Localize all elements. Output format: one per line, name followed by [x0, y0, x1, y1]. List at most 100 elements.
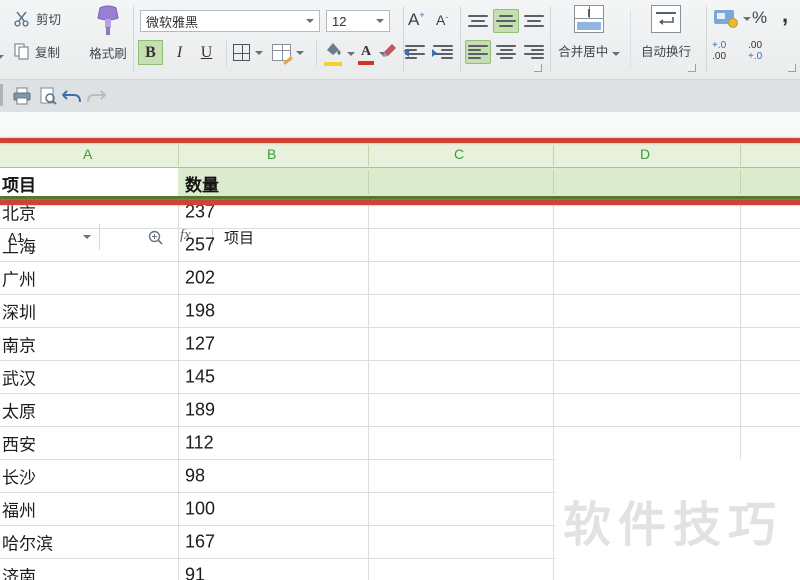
cell-number[interactable]: 202	[185, 268, 215, 289]
small-divider	[316, 40, 317, 66]
sheet-row[interactable]: 西安 112	[0, 427, 800, 460]
decrease-decimal-button[interactable]: .00 +.0	[748, 40, 762, 62]
row1-sep	[368, 170, 369, 194]
sheet-row[interactable]: 上海 257	[0, 229, 800, 262]
sheet-row[interactable]: 深圳 198	[0, 295, 800, 328]
formula-bar: A1 fx 项目	[0, 112, 800, 250]
dec-decimal-top: .00	[748, 40, 763, 51]
comma-style-button[interactable]: ,	[782, 2, 788, 28]
column-header-b[interactable]: B	[267, 146, 276, 162]
shrink-font-button[interactable]: A-	[436, 12, 448, 28]
clipped-dropdown-icon	[0, 46, 4, 64]
font-color-icon: A	[358, 42, 374, 65]
cell-number[interactable]: 145	[185, 367, 215, 388]
percent-label: %	[752, 8, 768, 27]
merge-center-button[interactable]: 合并居中	[553, 5, 625, 60]
cell-number[interactable]: 127	[185, 334, 215, 355]
wrap-text-button[interactable]: 自动换行	[637, 5, 695, 60]
cell-number[interactable]: 198	[185, 301, 215, 322]
fill-color-button[interactable]	[324, 42, 355, 66]
ribbon-toolbar: 剪切 复制 格式刷 微软雅黑 12 B I U A A+ A- 合并居中 自动换…	[0, 0, 800, 80]
increase-indent-button[interactable]	[430, 40, 456, 64]
borders-caret-icon	[255, 50, 263, 55]
print-icon[interactable]	[13, 87, 31, 105]
cell-city[interactable]: 深圳	[2, 299, 36, 324]
cell-number[interactable]: 112	[185, 433, 214, 454]
group-divider	[133, 6, 134, 72]
cell-city[interactable]: 济南	[2, 563, 36, 580]
redo-icon[interactable]	[86, 88, 106, 104]
gridline-vertical	[553, 196, 554, 580]
font-name-value: 微软雅黑	[146, 14, 199, 30]
cell-city[interactable]: 南京	[2, 332, 36, 357]
column-header-d[interactable]: D	[640, 146, 650, 162]
cell-number[interactable]: 91	[185, 565, 205, 580]
font-size-select[interactable]: 12	[326, 10, 390, 32]
cell-number[interactable]: 257	[185, 235, 215, 256]
underline-label: U	[200, 43, 213, 61]
cell-a1-active[interactable]: 项目	[0, 168, 178, 196]
wrap-text-label: 自动换行	[640, 45, 691, 59]
bold-button[interactable]: B	[138, 40, 163, 65]
alignment-dialog-launcher[interactable]	[534, 64, 542, 72]
merge-center-icon	[574, 5, 604, 33]
copy-label: 复制	[35, 46, 61, 60]
cell-city[interactable]: 西安	[2, 431, 36, 456]
cell-city[interactable]: 广州	[2, 266, 36, 291]
print-preview-icon[interactable]	[39, 87, 57, 105]
copy-icon	[14, 43, 29, 60]
align-center-button[interactable]	[493, 40, 519, 64]
align-right-button[interactable]	[521, 40, 547, 64]
number-dialog-launcher[interactable]	[788, 64, 796, 72]
sheet-row[interactable]: 广州 202	[0, 262, 800, 295]
sheet-row[interactable]: 太原 189	[0, 394, 800, 427]
number-format-button[interactable]	[714, 10, 751, 28]
cell-city[interactable]: 武汉	[2, 365, 36, 390]
column-header-a[interactable]: A	[83, 146, 92, 162]
align-middle-button[interactable]	[493, 9, 519, 33]
merge-dialog-launcher[interactable]	[688, 64, 696, 72]
fill-color-bucket-icon	[324, 42, 342, 66]
sheet-row[interactable]: 南京 127	[0, 328, 800, 361]
borders-button[interactable]	[233, 44, 263, 61]
undo-icon[interactable]	[62, 88, 82, 104]
italic-button[interactable]: I	[167, 40, 192, 65]
cut-button[interactable]: 剪切	[14, 9, 61, 28]
font-name-caret-icon	[306, 19, 314, 23]
gridline-vertical	[368, 196, 369, 580]
cell-city[interactable]: 太原	[2, 398, 36, 423]
cell-number[interactable]: 98	[185, 466, 205, 487]
cell-number[interactable]: 189	[185, 400, 215, 421]
group-divider	[550, 6, 551, 72]
gridline-vertical	[178, 196, 179, 580]
comma-label: ,	[782, 2, 789, 27]
align-top-button[interactable]	[465, 9, 491, 33]
align-left-button[interactable]	[465, 40, 491, 64]
align-middle-icon	[496, 15, 516, 27]
increase-decimal-button[interactable]: +.0 .00	[712, 40, 726, 62]
align-bottom-button[interactable]	[521, 9, 547, 33]
cell-style-button[interactable]	[272, 44, 304, 65]
format-painter-brush-icon	[97, 5, 119, 35]
cell-number[interactable]: 100	[185, 499, 215, 520]
grow-font-button[interactable]: A+	[408, 10, 425, 30]
format-painter-button[interactable]: 格式刷	[84, 4, 132, 62]
group-divider	[706, 6, 707, 72]
cell-city[interactable]: 长沙	[2, 464, 36, 489]
selected-header-row[interactable]: 项目 数量	[0, 168, 800, 196]
merge-center-label: 合并居中	[558, 45, 609, 59]
decrease-indent-button[interactable]	[402, 40, 428, 64]
cell-city[interactable]: 福州	[2, 497, 36, 522]
scissors-icon	[14, 11, 29, 27]
column-header-c[interactable]: C	[454, 146, 464, 162]
sheet-row[interactable]: 武汉 145	[0, 361, 800, 394]
copy-button[interactable]: 复制	[14, 42, 60, 61]
percent-style-button[interactable]: %	[752, 8, 767, 28]
decrease-indent-icon	[404, 45, 425, 59]
underline-button[interactable]: U	[194, 40, 219, 65]
cell-number[interactable]: 167	[185, 532, 215, 553]
cell-city[interactable]: 哈尔滨	[2, 530, 53, 555]
cell-city[interactable]: 上海	[2, 233, 36, 258]
font-name-select[interactable]: 微软雅黑	[140, 10, 320, 32]
font-size-value: 12	[332, 13, 347, 29]
